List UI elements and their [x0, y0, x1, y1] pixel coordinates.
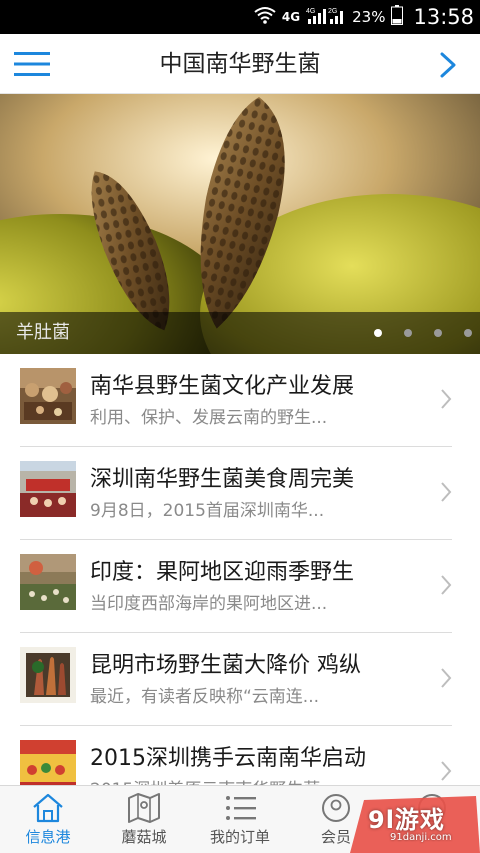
tab-label: 蘑菇城 — [121, 828, 167, 846]
news-thumbnail — [20, 461, 76, 517]
tab-label: 信息港 — [25, 828, 71, 846]
chevron-right-icon — [441, 575, 452, 595]
news-thumbnail — [20, 368, 76, 424]
tab-label: 我的订单 — [209, 828, 270, 846]
battery-percent: 23% — [352, 8, 386, 26]
map-icon — [128, 793, 160, 823]
news-item[interactable]: 2015深圳携手云南南华启动 2015深圳美原云南南华野生菌... — [20, 726, 452, 785]
news-title: 南华县野生菌文化产业发展 — [90, 374, 355, 399]
chevron-right-icon — [441, 482, 452, 502]
news-thumbnail — [20, 740, 76, 785]
chevron-right-icon — [441, 389, 452, 409]
tab-mushroom-city[interactable]: 蘑菇城 — [96, 786, 192, 853]
member-icon — [322, 794, 350, 822]
news-title: 昆明市场野生菌大降价 鸡纵 — [90, 653, 361, 678]
carousel-dot[interactable] — [434, 329, 442, 337]
battery-icon — [391, 5, 404, 29]
next-button[interactable] — [438, 52, 458, 78]
network-type-label: 4G — [281, 10, 301, 24]
status-bar: 4G 4G 2G 23% 13:58 — [0, 0, 480, 34]
tab-info-port[interactable]: 信息港 — [0, 786, 96, 853]
news-title: 深圳南华野生菌美食周完美 — [90, 467, 355, 492]
carousel-dot[interactable] — [374, 329, 382, 337]
carousel-indicators — [374, 312, 472, 354]
svg-text:4G: 4G — [306, 8, 315, 15]
news-title: 2015深圳携手云南南华启动 — [90, 746, 366, 771]
news-thumbnail — [20, 647, 76, 703]
news-summary: 9月8日，2015首届深圳南华... — [90, 501, 325, 521]
banner-caption: 羊肚菌 — [16, 322, 70, 343]
news-summary: 利用、保护、发展云南的野生... — [90, 408, 328, 428]
chevron-right-icon — [441, 761, 452, 781]
tab-my-orders[interactable]: 我的订单 — [192, 786, 288, 853]
wifi-icon — [254, 6, 276, 28]
app-header: 中国南华野生菌 — [0, 34, 480, 94]
chevron-right-icon — [440, 52, 456, 78]
news-item[interactable]: 昆明市场野生菌大降价 鸡纵 最近，有读者反映称“云南连... — [20, 633, 452, 726]
carousel-dot[interactable] — [404, 329, 412, 337]
news-item[interactable]: 南华县野生菌文化产业发展 利用、保护、发展云南的野生... — [20, 354, 452, 447]
news-summary: 最近，有读者反映称“云南连... — [90, 687, 320, 707]
watermark-logo-text: 9l游戏 — [368, 806, 445, 834]
banner-carousel[interactable]: 羊肚菌 — [0, 94, 480, 354]
news-title: 印度：果阿地区迎雨季野生 — [90, 560, 355, 585]
watermark-url: 91danji.com — [390, 832, 452, 843]
carousel-dot[interactable] — [464, 329, 472, 337]
list-icon — [226, 796, 256, 820]
banner-caption-bar: 羊肚菌 — [0, 312, 480, 354]
news-item[interactable]: 印度：果阿地区迎雨季野生 当印度西部海岸的果阿地区进... — [20, 540, 452, 633]
home-icon — [33, 793, 63, 823]
svg-text:2G: 2G — [328, 8, 337, 15]
news-list[interactable]: 南华县野生菌文化产业发展 利用、保护、发展云南的野生... 深圳南华野生菌美食周… — [0, 354, 480, 785]
news-summary: 当印度西部海岸的果阿地区进... — [90, 594, 328, 614]
chevron-right-icon — [441, 668, 452, 688]
site-watermark: 9l游戏 91danji.com — [350, 796, 480, 853]
news-item[interactable]: 深圳南华野生菌美食周完美 9月8日，2015首届深圳南华... — [20, 447, 452, 540]
news-summary: 2015深圳美原云南南华野生菌... — [90, 775, 390, 785]
page-title: 中国南华野生菌 — [159, 51, 321, 77]
news-thumbnail — [20, 554, 76, 610]
clock: 13:58 — [413, 5, 474, 29]
signal-icon: 4G 2G — [306, 5, 346, 29]
